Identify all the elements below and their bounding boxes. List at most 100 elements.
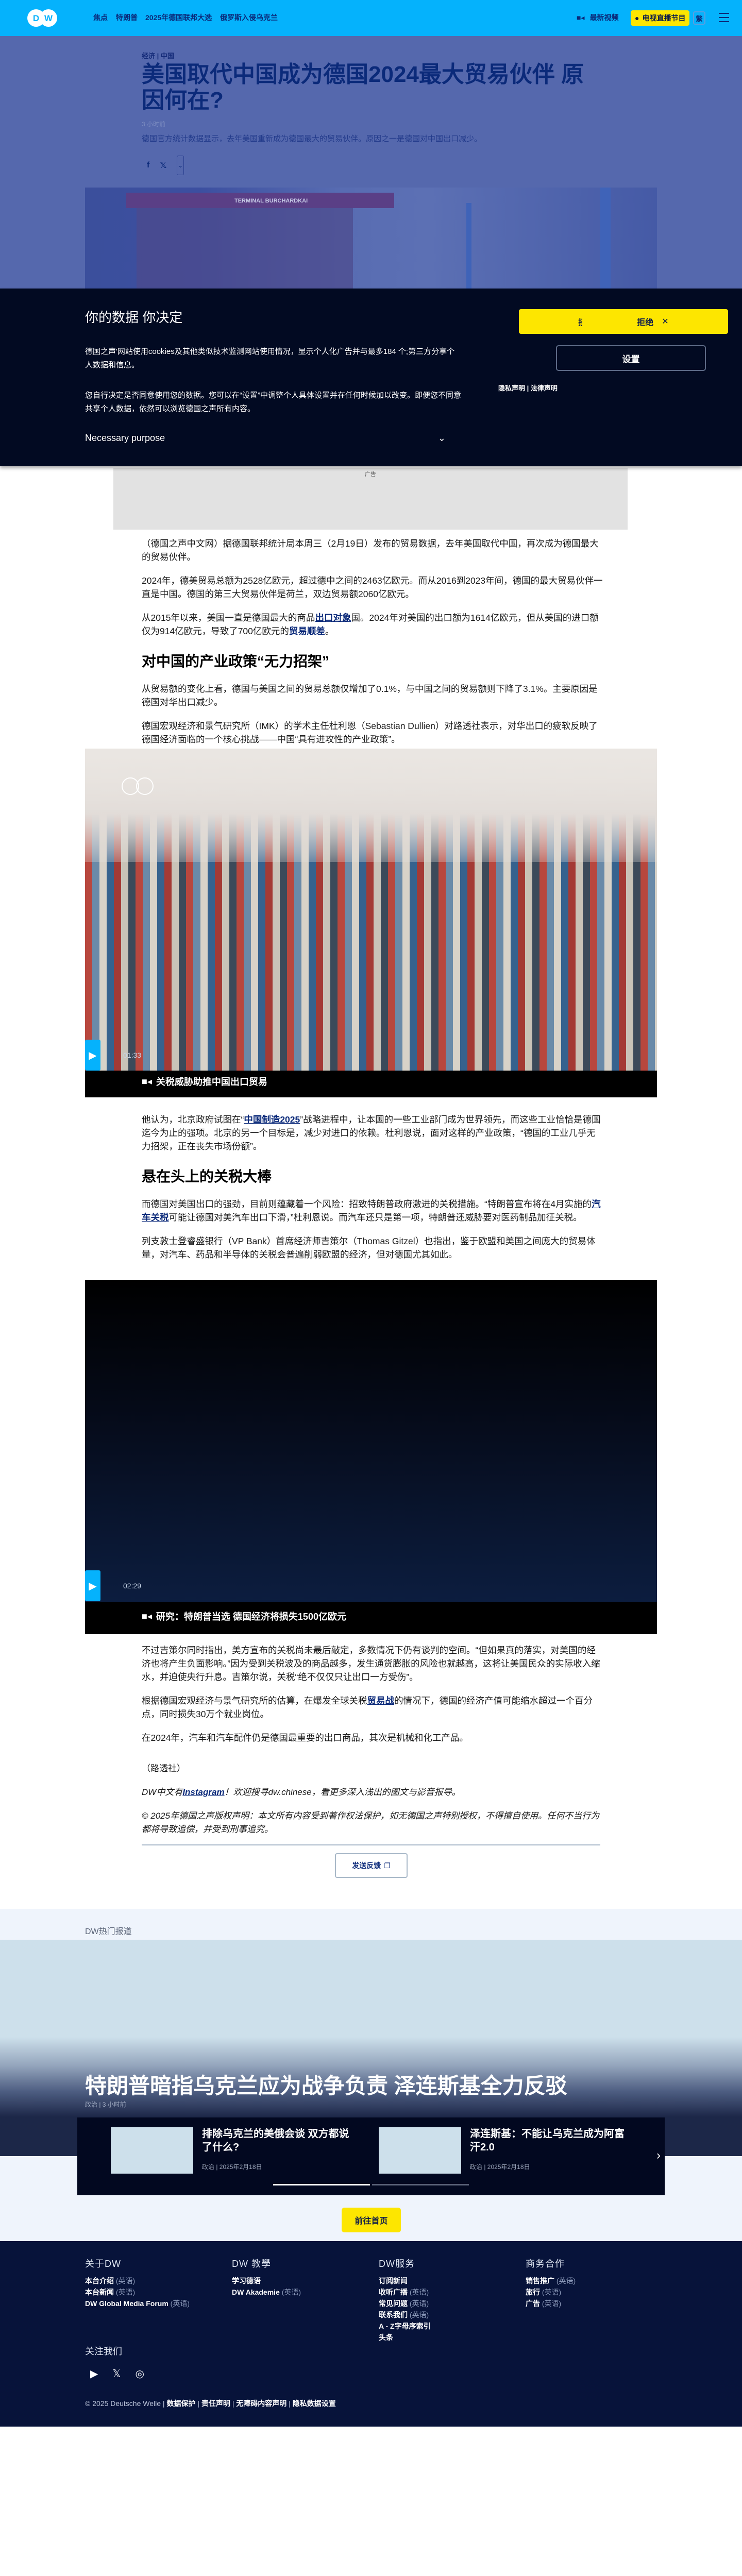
footer-link[interactable]: 广告 (英语) [526, 2300, 576, 2307]
image-sign-text: TERMINAL BURCHARDKAI [234, 198, 308, 204]
made-in-china-link[interactable]: 中国制造2025 [244, 1114, 300, 1125]
story-thumbnail [111, 2127, 193, 2174]
youtube-icon[interactable]: ▶ [90, 2367, 98, 2380]
paragraph: 在2024年，汽车和汽车配件仍是德国最重要的出口商品，其次是机械和化工产品。 [142, 1733, 468, 1743]
story-card-title: 泽连斯基：不能让乌克兰成为阿富汗2.0 [470, 2128, 625, 2153]
section-heading: 对中国的产业政策“无力招架” [142, 653, 330, 669]
top-story-title[interactable]: 特朗普暗指乌克兰应为战争负责 泽连斯基全力反驳 [85, 2069, 567, 2100]
video-player[interactable]: ▶ 01:33 ■◂ 关税威胁助推中国出口贸易 [85, 749, 657, 1097]
footer-link[interactable]: A - Z字母序索引 [379, 2323, 431, 2330]
carousel-indicator[interactable] [372, 2184, 469, 2185]
paragraph: 他认为，北京政府试图在“中国制造2025”战略进程中，让本国的一些工业部门成为世… [142, 1114, 601, 1151]
video-thumbnail [85, 1280, 657, 1602]
footer-link[interactable]: 收听广播 (英语) [379, 2289, 431, 2296]
chevron-down-icon: ⌄ [437, 433, 446, 443]
nav-ukraine[interactable]: 俄罗斯入侵乌克兰 [220, 12, 278, 23]
export-link[interactable]: 出口对象 [315, 613, 351, 623]
chevron-right-icon[interactable]: › [656, 2148, 661, 2163]
video-thumbnail [85, 749, 657, 1071]
privacy-settings-link[interactable]: 隐私数据设置 [293, 2399, 336, 2408]
carousel-indicator-active[interactable] [273, 2184, 370, 2185]
breadcrumb-economy[interactable]: 经济 [142, 52, 155, 60]
story-carousel: 排除乌克兰的美俄会谈 双方都说了什么? 政治 | 2025年2月18日 泽连斯基：… [77, 2117, 665, 2195]
svg-text:D: D [33, 13, 39, 23]
data-protection-link[interactable]: 数据保护 [166, 2399, 195, 2408]
svg-text:W: W [44, 13, 53, 23]
footer-column-title: 商务合作 [526, 2259, 565, 2269]
paragraph: （德国之声中文网）据德国联邦统计局本周三（2月19日）发布的贸易数据，去年美国取… [142, 538, 599, 562]
footer-link[interactable]: DW Global Media Forum (英语) [85, 2300, 190, 2307]
page-title: 美国取代中国成为德国2024最大贸易伙伴 原因何在? [142, 62, 584, 113]
story-thumbnail [379, 2127, 461, 2174]
settings-button[interactable]: 设置 [556, 345, 706, 371]
story-card[interactable]: 排除乌克兰的美俄会谈 双方都说了什么? 政治 | 2025年2月18日 [111, 2127, 357, 2174]
legal-bar: © 2025 Deutsche Welle | 数据保护 | 责任声明 | 无障… [85, 2399, 336, 2408]
necessary-purpose-toggle[interactable]: Necessary purpose ⌄ [85, 433, 446, 444]
footer-link[interactable]: 销售推广 (英语) [526, 2277, 576, 2284]
accept-label-partial: 接 [578, 315, 582, 328]
cookie-links: 隐私声明 | 法律声明 [498, 384, 558, 392]
external-window-icon: ❐ [384, 1861, 391, 1870]
accessibility-link[interactable]: 无障碍内容声明 [236, 2399, 286, 2408]
reject-button[interactable]: 接 拒绝 ✕ [519, 309, 728, 334]
share-bar: f 𝕏 ⌄ [147, 156, 184, 175]
footer-column: DW 教學 学习德语 DW Akademie (英语) [232, 2257, 301, 2300]
legal-link[interactable]: 法律声明 [531, 384, 558, 392]
facebook-icon[interactable]: f [147, 161, 149, 170]
dw-logo[interactable]: D W [27, 9, 58, 27]
video-camera-icon: ■◂ [577, 13, 585, 22]
paragraph: 而德国对美国出口的强劲，目前则蕴藏着一个风险：招致特朗普政府激进的关税措施。“特… [142, 1199, 601, 1223]
feedback-label: 发送反馈 [352, 1861, 381, 1870]
chevron-down-icon[interactable]: ⌄ [177, 156, 184, 175]
footer-column: 关于DW 本台介绍 (英语) 本台新闻 (英语) DW Global Media Fo… [85, 2257, 190, 2311]
article-lede: 德国官方统计数据显示，去年美国重新成为德国最大的贸易伙伴。原因之一是德国对中国出… [142, 134, 482, 143]
cookie-text-2: 您自行决定是否同意使用您的数据。您可以在“设置”中调整个人具体设置并在任何时候加… [85, 391, 461, 413]
trade-war-link[interactable]: 贸易战 [367, 1696, 395, 1706]
x-icon[interactable]: 𝕏 [160, 160, 166, 171]
story-card-meta: 政治 | 2025年2月18日 [470, 2163, 530, 2171]
nav-election[interactable]: 2025年德国联邦大选 [145, 12, 212, 23]
nav-trump[interactable]: 特朗普 [116, 12, 138, 23]
site-footer: 关于DW 本台介绍 (英语) 本台新闻 (英语) DW Global Media Fo… [0, 2241, 742, 2427]
video-camera-icon: ■◂ [142, 1611, 152, 1621]
disclaimer-link[interactable]: 责任声明 [201, 2399, 230, 2408]
privacy-link[interactable]: 隐私声明 [498, 384, 525, 392]
breadcrumb-china[interactable]: 中国 [161, 52, 174, 60]
footer-link[interactable]: 订阅新闻 [379, 2277, 431, 2284]
send-feedback-button[interactable]: 发送反馈 ❐ [335, 1853, 408, 1878]
nav-focus[interactable]: 焦点 [93, 12, 108, 23]
footer-link[interactable]: DW Akademie (英语) [232, 2289, 301, 2296]
latest-videos-link[interactable]: ■◂ 最新视频 [577, 12, 618, 23]
footer-link[interactable]: 旅行 (英语) [526, 2289, 576, 2296]
play-button[interactable]: ▶ [85, 1570, 100, 1601]
paragraph: 从贸易额的变化上看，德国与美国之间的贸易总额仅增加了0.1%，与中国之间的贸易额… [142, 684, 598, 707]
play-button[interactable]: ▶ [85, 1040, 100, 1071]
copyright-note: © 2025年德国之声版权声明：本文所有内容受到著作权法保护，如无德国之声特别授… [142, 1811, 600, 1834]
instagram-icon[interactable]: ◎ [136, 2367, 144, 2380]
x-icon[interactable]: 𝕏 [112, 2367, 121, 2380]
language-toggle[interactable]: 繁 [693, 11, 705, 25]
footer-link[interactable]: 学习德语 [232, 2277, 301, 2284]
footer-column-title: 关于DW [85, 2259, 121, 2269]
footer-link[interactable]: 头条 [379, 2334, 431, 2341]
footer-link[interactable]: 本台新闻 (英语) [85, 2289, 190, 2296]
play-icon: ▶ [89, 1049, 97, 1061]
go-home-button[interactable]: 前往首页 [342, 2208, 401, 2232]
menu-icon[interactable] [719, 13, 729, 22]
footer-link[interactable]: 常见问题 (英语) [379, 2300, 431, 2307]
footer-link[interactable]: 本台介绍 (英语) [85, 2277, 190, 2284]
latest-videos-label: 最新视频 [589, 13, 619, 22]
instagram-note: DW中文有Instagram！欢迎搜寻dw.chinese，看更多深入浅出的图文… [142, 1787, 461, 1797]
video-player-2[interactable]: ▶ 02:29 ■◂ 研究：特朗普当选 德国经济将损失1500亿欧元 [85, 1280, 657, 1634]
video-caption: ■◂ 研究：特朗普当选 德国经济将损失1500亿欧元 [142, 1611, 346, 1622]
footer-link[interactable]: 联系我们 (英语) [379, 2311, 431, 2318]
tv-live-button[interactable]: ● 电视直播节目 [631, 10, 690, 26]
paragraph: 不过吉策尔同时指出，美方宣布的关税尚未最后敲定，多数情况下仍有谈判的空间。“但如… [142, 1645, 600, 1682]
section-label: DW热门报道 [85, 1927, 132, 1936]
source-note: （路透社） [142, 1764, 185, 1773]
video-duration: 02:29 [123, 1582, 142, 1590]
footer-copyright: © 2025 Deutsche Welle [85, 2399, 161, 2408]
trade-surplus-link[interactable]: 贸易顺差 [289, 626, 325, 636]
instagram-link[interactable]: Instagram [182, 1787, 224, 1797]
story-card[interactable]: 泽连斯基：不能让乌克兰成为阿富汗2.0 政治 | 2025年2月18日 [379, 2127, 625, 2174]
